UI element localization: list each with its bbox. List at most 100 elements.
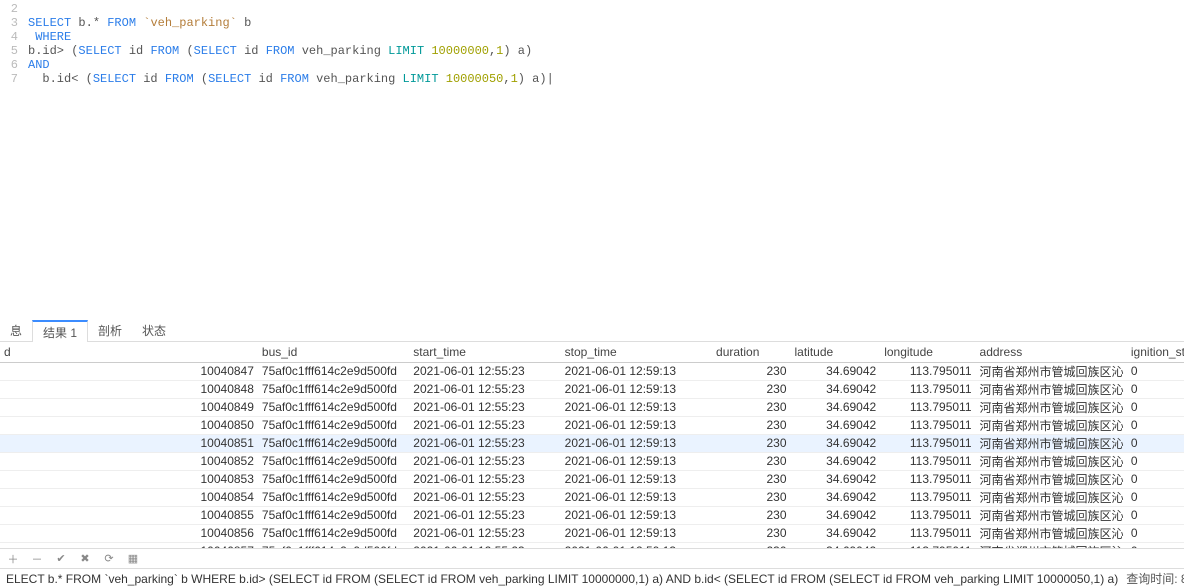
- cell[interactable]: 34.69042: [791, 488, 881, 506]
- cell[interactable]: 2021-06-01 12:55:23: [409, 542, 560, 548]
- cell[interactable]: 2021-06-01 12:55:23: [409, 434, 560, 452]
- cell[interactable]: 230: [712, 488, 790, 506]
- cell[interactable]: 113.795011: [880, 398, 975, 416]
- cell[interactable]: 河南省郑州市管城回族区沁: [976, 488, 1127, 506]
- cell[interactable]: 10040848: [17, 380, 258, 398]
- sql-editor[interactable]: 2 3 4 5 6 7 SELECT b.* FROM `veh_parking…: [0, 0, 1184, 320]
- cell[interactable]: 0: [1127, 398, 1184, 416]
- cell[interactable]: 75af0c1fff614c2e9d500fd: [258, 506, 409, 524]
- cell[interactable]: [0, 452, 17, 470]
- cell[interactable]: [0, 506, 17, 524]
- cell[interactable]: 0: [1127, 380, 1184, 398]
- cell[interactable]: 75af0c1fff614c2e9d500fd: [258, 398, 409, 416]
- cell[interactable]: 2021-06-01 12:59:13: [561, 542, 712, 548]
- cell[interactable]: [0, 380, 17, 398]
- cell[interactable]: 75af0c1fff614c2e9d500fd: [258, 524, 409, 542]
- cell[interactable]: 2021-06-01 12:59:13: [561, 506, 712, 524]
- cell[interactable]: 河南省郑州市管城回族区沁: [976, 452, 1127, 470]
- apply-icon[interactable]: ✔: [54, 552, 68, 566]
- cell[interactable]: 75af0c1fff614c2e9d500fd: [258, 380, 409, 398]
- cell[interactable]: 河南省郑州市管城回族区沁: [976, 506, 1127, 524]
- cell[interactable]: 0: [1127, 452, 1184, 470]
- tab-status[interactable]: 状态: [132, 320, 176, 342]
- add-row-icon[interactable]: ＋: [6, 552, 20, 566]
- table-row[interactable]: 1004085375af0c1fff614c2e9d500fd2021-06-0…: [0, 470, 1184, 488]
- cell[interactable]: 10040854: [17, 488, 258, 506]
- cell[interactable]: 34.69042: [791, 362, 881, 380]
- cell[interactable]: [0, 470, 17, 488]
- table-row[interactable]: 1004085075af0c1fff614c2e9d500fd2021-06-0…: [0, 416, 1184, 434]
- cell[interactable]: 2021-06-01 12:55:23: [409, 452, 560, 470]
- cell[interactable]: 75af0c1fff614c2e9d500fd: [258, 452, 409, 470]
- cell[interactable]: [0, 362, 17, 380]
- cell[interactable]: 2021-06-01 12:55:23: [409, 470, 560, 488]
- cell[interactable]: 230: [712, 434, 790, 452]
- cell[interactable]: 2021-06-01 12:59:13: [561, 434, 712, 452]
- cell[interactable]: 34.69042: [791, 398, 881, 416]
- cell[interactable]: 230: [712, 362, 790, 380]
- cell[interactable]: [0, 542, 17, 548]
- cell[interactable]: 75af0c1fff614c2e9d500fd: [258, 542, 409, 548]
- cell[interactable]: 10040853: [17, 470, 258, 488]
- table-row[interactable]: 1004084875af0c1fff614c2e9d500fd 2021-06-0…: [0, 380, 1184, 398]
- cell[interactable]: 113.795011: [880, 452, 975, 470]
- cell[interactable]: 河南省郑州市管城回族区沁: [976, 398, 1127, 416]
- col-header[interactable]: stop_time: [561, 342, 712, 362]
- cell[interactable]: 0: [1127, 416, 1184, 434]
- cell[interactable]: 230: [712, 542, 790, 548]
- cell[interactable]: 113.795011: [880, 524, 975, 542]
- cell[interactable]: 113.795011: [880, 542, 975, 548]
- col-header[interactable]: [17, 342, 258, 362]
- cell[interactable]: 113.795011: [880, 488, 975, 506]
- col-header[interactable]: latitude: [791, 342, 881, 362]
- cell[interactable]: 10040847: [17, 362, 258, 380]
- cell[interactable]: 2021-06-01 12:55:23: [409, 506, 560, 524]
- cell[interactable]: 河南省郑州市管城回族区沁: [976, 362, 1127, 380]
- tab-result1[interactable]: 结果 1: [32, 320, 88, 342]
- cell[interactable]: [0, 488, 17, 506]
- cell[interactable]: 113.795011: [880, 416, 975, 434]
- cell[interactable]: 10040851: [17, 434, 258, 452]
- cell[interactable]: 2021-06-01 12:59:13: [561, 416, 712, 434]
- cell[interactable]: 113.795011: [880, 434, 975, 452]
- cell[interactable]: 0: [1127, 470, 1184, 488]
- cell[interactable]: 2021-06-01 12:55:23: [409, 524, 560, 542]
- cell[interactable]: 75af0c1fff614c2e9d500fd: [258, 470, 409, 488]
- cell[interactable]: 34.69042: [791, 542, 881, 548]
- cell[interactable]: [0, 434, 17, 452]
- stop-icon[interactable]: ▦: [126, 552, 140, 566]
- col-header[interactable]: address: [976, 342, 1127, 362]
- col-header[interactable]: d: [0, 342, 17, 362]
- table-row[interactable]: 1004085275af0c1fff614c2e9d500fd2021-06-0…: [0, 452, 1184, 470]
- cell[interactable]: [0, 416, 17, 434]
- cell[interactable]: 2021-06-01 12:59:13: [561, 524, 712, 542]
- cell[interactable]: 0: [1127, 542, 1184, 548]
- col-header[interactable]: ignition_stop_car: [1127, 342, 1184, 362]
- cell[interactable]: 河南省郑州市管城回族区沁: [976, 416, 1127, 434]
- cell[interactable]: 0: [1127, 434, 1184, 452]
- cell[interactable]: 75af0c1fff614c2e9d500fd: [258, 488, 409, 506]
- col-header[interactable]: duration: [712, 342, 790, 362]
- table-row[interactable]: 1004084775af0c1fff614c2e9d500fd2021-06-0…: [0, 362, 1184, 380]
- cell[interactable]: 河南省郑州市管城回族区沁: [976, 434, 1127, 452]
- cell[interactable]: 2021-06-01 12:59:13: [561, 380, 712, 398]
- cell[interactable]: 2021-06-01 12:55:23: [409, 398, 560, 416]
- cell[interactable]: 河南省郑州市管城回族区沁: [976, 470, 1127, 488]
- cell[interactable]: 2021-06-01 12:55:23: [409, 416, 560, 434]
- cell[interactable]: 230: [712, 380, 790, 398]
- cell[interactable]: 230: [712, 470, 790, 488]
- table-row[interactable]: 1004085475af0c1fff614c2e9d500fd2021-06-0…: [0, 488, 1184, 506]
- col-header[interactable]: longitude: [880, 342, 975, 362]
- tab-profile[interactable]: 剖析: [88, 320, 132, 342]
- cell[interactable]: 230: [712, 416, 790, 434]
- table-row[interactable]: 1004085675af0c1fff614c2e9d500fd2021-06-0…: [0, 524, 1184, 542]
- cell[interactable]: [0, 398, 17, 416]
- cell[interactable]: 113.795011: [880, 380, 975, 398]
- cell[interactable]: 75af0c1fff614c2e9d500fd: [258, 416, 409, 434]
- cell[interactable]: 113.795011: [880, 470, 975, 488]
- col-header[interactable]: bus_id: [258, 342, 409, 362]
- cell[interactable]: 230: [712, 452, 790, 470]
- refresh-icon[interactable]: ⟳: [102, 552, 116, 566]
- cell[interactable]: 230: [712, 398, 790, 416]
- cell[interactable]: 10040849: [17, 398, 258, 416]
